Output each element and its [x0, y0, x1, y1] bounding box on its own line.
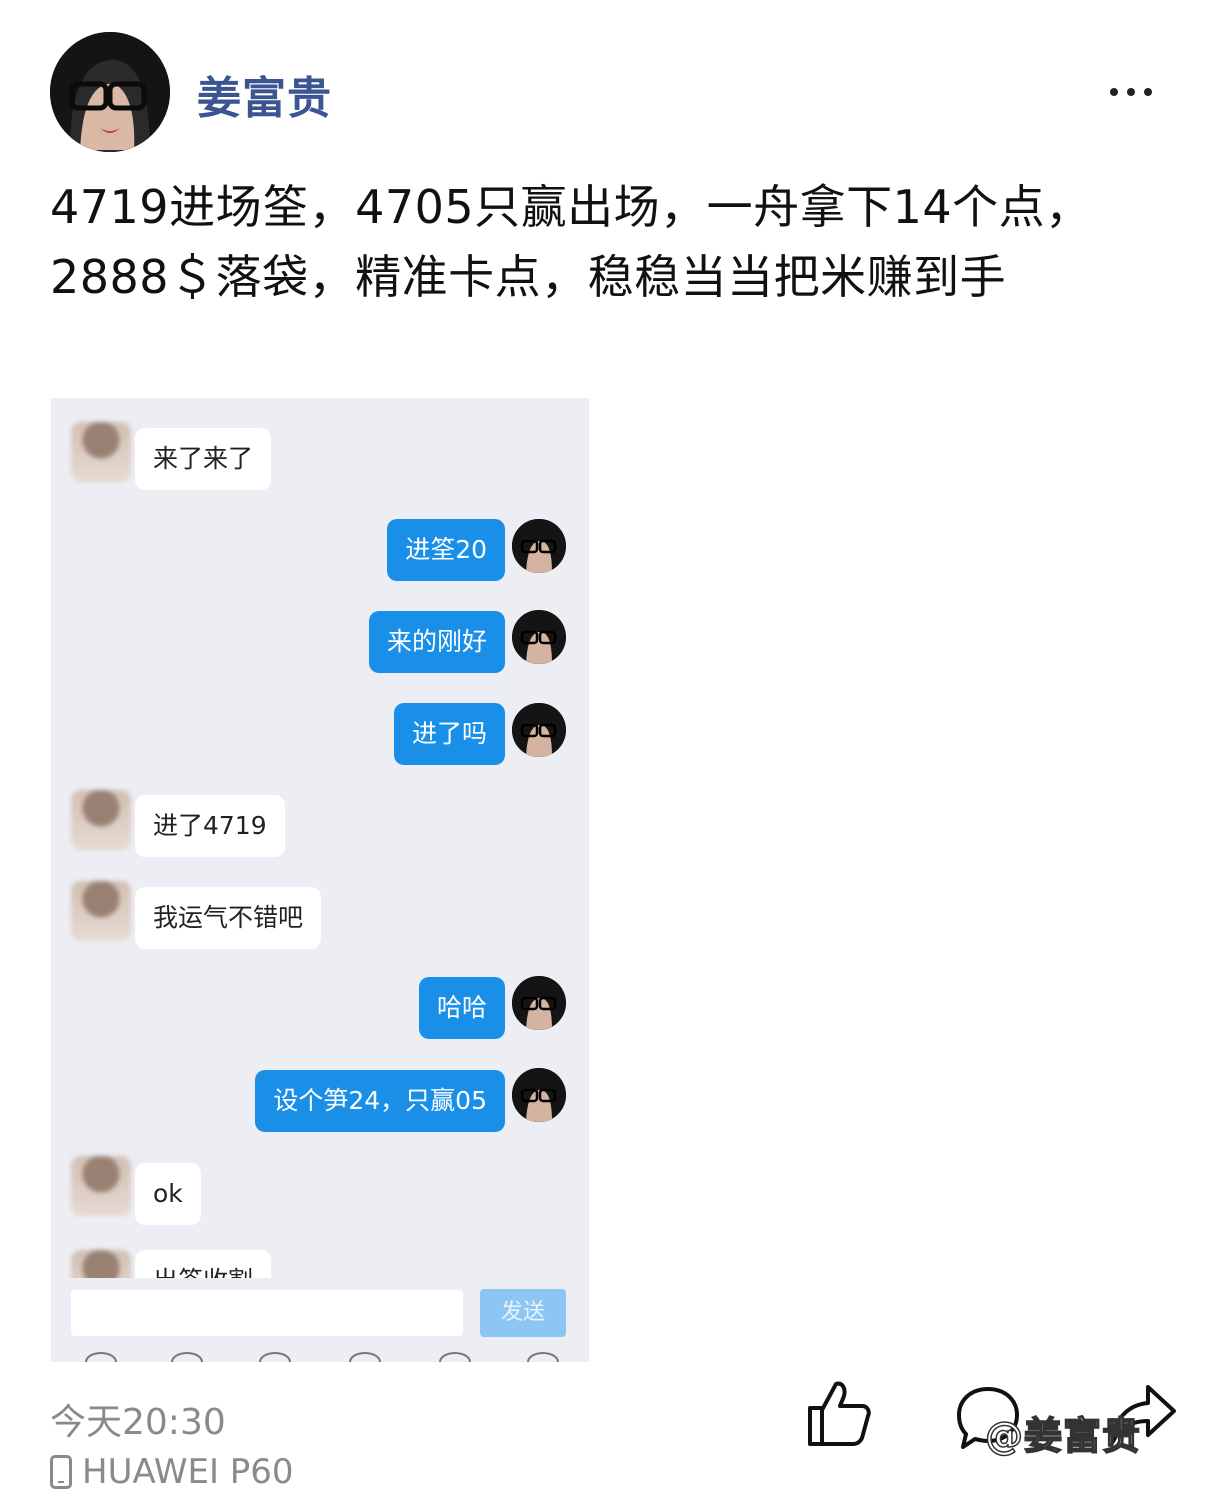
chat-message-received: 来了来了 [135, 428, 272, 490]
sender-avatar [512, 610, 566, 664]
sender-avatar [512, 976, 566, 1030]
chat-toolbar [51, 1352, 589, 1362]
device-name: HUAWEI P60 [82, 1452, 294, 1492]
toolbar-icon[interactable] [171, 1352, 203, 1362]
chat-message-received: 进了4719 [135, 795, 285, 857]
chat-message-sent: 来的刚好 [368, 611, 505, 673]
message-bubble: 进了吗 [393, 703, 505, 765]
message-bubble: 设个笋24，只赢05 [255, 1070, 505, 1132]
phone-icon [50, 1455, 72, 1489]
toolbar-icon[interactable] [259, 1352, 291, 1362]
sender-avatar [512, 519, 566, 573]
chat-message-received: ok [135, 1163, 201, 1225]
message-bubble: 进筌20 [387, 519, 505, 581]
author-avatar[interactable] [50, 32, 170, 152]
author-avatar-image [50, 32, 170, 152]
chat-message-sent: 进筌20 [387, 519, 505, 581]
message-bubble: 进了4719 [135, 795, 285, 857]
message-bubble: 来了来了 [135, 428, 272, 490]
chat-message-received: 我运气不错吧 [135, 887, 322, 949]
message-bubble: 来的刚好 [368, 611, 505, 673]
watermark: @姜富贵 [984, 1413, 1142, 1459]
post-text: 4719进场筌，4705只赢出场，一舟拿下14个点，2888＄落袋，精准卡点，稳… [50, 180, 1092, 304]
message-bubble: ok [135, 1163, 201, 1225]
chat-message-sent: 哈哈 [418, 977, 505, 1039]
toolbar-icon[interactable] [85, 1352, 117, 1362]
message-bubble: 哈哈 [418, 977, 505, 1039]
like-button[interactable] [806, 1378, 872, 1452]
toolbar-icon[interactable] [527, 1352, 559, 1362]
contact-avatar [71, 422, 131, 482]
thumbs-up-icon [808, 1381, 871, 1446]
chat-message-sent: 进了吗 [393, 703, 505, 765]
post-time: 今天20:30 [50, 1402, 226, 1443]
sender-avatar [512, 1068, 566, 1122]
send-button[interactable]: 发送 [480, 1289, 566, 1337]
contact-avatar [71, 1156, 131, 1216]
contact-avatar [71, 790, 131, 850]
chat-message-sent: 设个笋24，只赢05 [255, 1070, 505, 1132]
more-dots-icon[interactable] [1110, 80, 1160, 104]
toolbar-icon[interactable] [349, 1352, 381, 1362]
post-image[interactable]: 来了来了 进筌20 来的刚好 进了吗 进了4719 我运气不错吧 哈哈 设个笋2… [51, 398, 589, 1362]
chat-input[interactable] [71, 1290, 463, 1336]
author-name[interactable]: 姜富贵 [197, 62, 332, 126]
message-bubble: 我运气不错吧 [135, 887, 322, 949]
sender-avatar [512, 703, 566, 757]
toolbar-icon[interactable] [439, 1352, 471, 1362]
contact-avatar [71, 881, 131, 941]
post-device: HUAWEI P60 [50, 1452, 294, 1492]
